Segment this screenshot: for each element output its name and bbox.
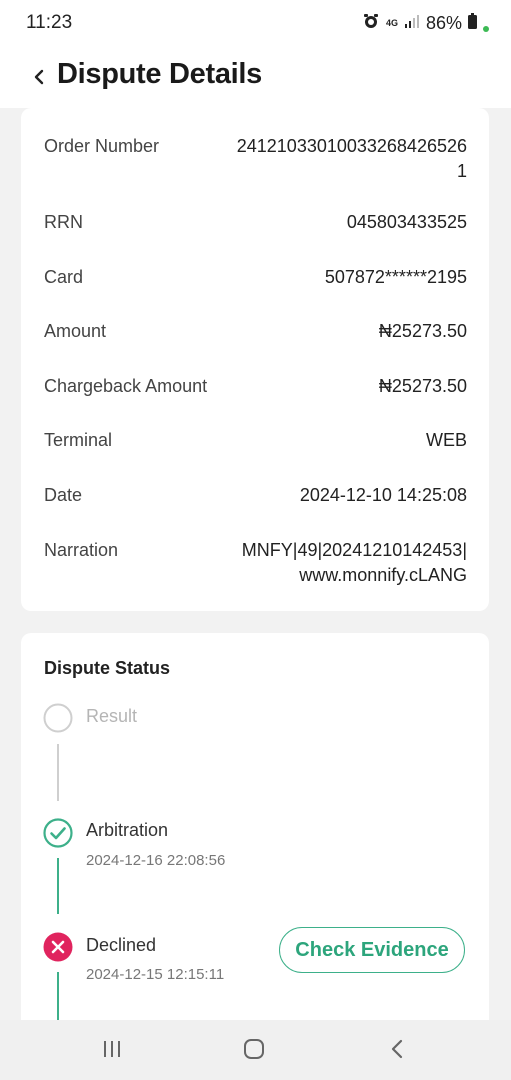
battery-icon (468, 13, 477, 34)
rrn-label: RRN (44, 212, 83, 232)
home-icon[interactable] (242, 1038, 266, 1065)
narration-label: Narration (44, 540, 119, 560)
system-navigation-bar (0, 1020, 511, 1080)
chargeback-amount-row: Chargeback Amount ₦25273.50 (44, 374, 467, 400)
card-row: Card 507872******2195 (44, 265, 467, 291)
narration-row: Narration MNFY|49|20241210142453| www.mo… (44, 538, 467, 590)
timeline-step-declined-label: Declined (86, 935, 157, 955)
header: Dispute Details (0, 46, 511, 108)
page-title: Dispute Details (57, 58, 262, 90)
order-number-value: 241210330100332684265​26 1 (237, 134, 467, 184)
terminal-value: WEB (425, 430, 467, 450)
card-label: Card (44, 267, 84, 287)
chargeback-amount-label: Chargeback Amount (44, 376, 208, 396)
status-time: 11:23 (26, 12, 73, 33)
terminal-label: Terminal (44, 430, 113, 450)
card-value: 507872******2195 (324, 267, 467, 287)
dispute-details-card: Order Number 241210330100332684265​26 1 … (21, 108, 489, 611)
narration-value-line1: MNFY|49|20241210142453| (241, 540, 467, 560)
status-bar: 11:23 4G 86% (0, 0, 511, 46)
pending-circle-icon (43, 703, 73, 733)
order-number-value-line2: 1 (456, 161, 467, 181)
battery-percent: 86% (425, 13, 462, 33)
alarm-icon (362, 12, 380, 35)
date-label: Date (44, 485, 83, 505)
rrn-value: 045803433525 (346, 212, 467, 232)
timeline-step-arbitration-date: 2024-12-16 22:08:56 (86, 852, 226, 869)
order-number-label: Order Number (44, 136, 160, 156)
amount-value: ₦25273.50 (378, 321, 467, 341)
terminal-row: Terminal WEB (44, 428, 467, 454)
status-icons: 4G 86% (362, 12, 489, 35)
battery-indicator-dot (483, 25, 489, 32)
check-evidence-button[interactable]: Check Evidence (279, 927, 465, 973)
timeline-step-result-label: Result (86, 706, 138, 726)
amount-row: Amount ₦25273.50 (44, 319, 467, 345)
timeline-connector (57, 858, 59, 914)
recent-apps-icon[interactable] (101, 1038, 123, 1065)
order-number-value-line1: 241210330100332684265​26 (236, 136, 467, 156)
check-circle-icon (43, 818, 73, 848)
signal-icon (404, 13, 420, 34)
timeline-step-arbitration-label: Arbitration (86, 820, 169, 840)
dispute-status-card: Dispute Status Result Arbitration 2024-1… (21, 633, 489, 1053)
date-row: Date 2024-12-10 14:25:08 (44, 483, 467, 509)
network-type-label: 4G (385, 18, 398, 28)
x-circle-icon (43, 932, 73, 962)
back-nav-icon[interactable] (387, 1038, 409, 1065)
chargeback-amount-value: ₦25273.50 (378, 376, 467, 396)
back-arrow-icon[interactable] (30, 66, 48, 88)
narration-value: MNFY|49|20241210142453| www.monnify.cLAN… (242, 538, 467, 588)
timeline-connector (57, 744, 59, 801)
narration-value-line2: www.monnify.cLANG (299, 565, 467, 585)
amount-label: Amount (44, 321, 107, 341)
timeline-step-declined-date: 2024-12-15 12:15:11 (86, 966, 225, 983)
date-value: 2024-12-10 14:25:08 (299, 485, 467, 505)
rrn-row: RRN 045803433525 (44, 210, 467, 236)
order-number-row: Order Number 241210330100332684265​26 1 (44, 134, 467, 186)
dispute-status-title: Dispute Status (44, 658, 171, 678)
